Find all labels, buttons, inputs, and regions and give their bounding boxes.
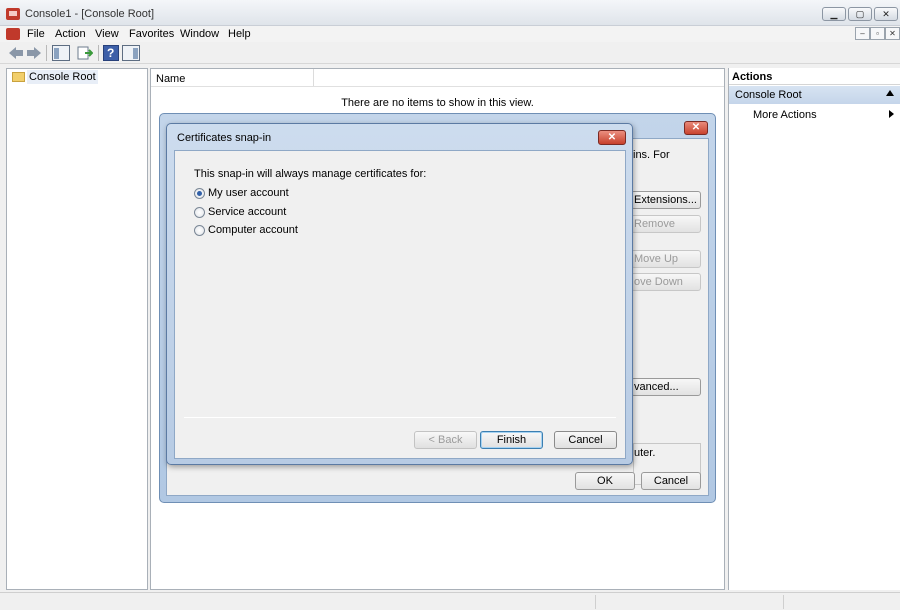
child-minimize-button[interactable]: – (855, 27, 870, 40)
actions-header: Actions (729, 68, 900, 85)
radio-label[interactable]: My user account (208, 187, 289, 199)
dialog-separator (184, 417, 616, 418)
maximize-button[interactable]: ▢ (848, 7, 872, 21)
console-tree-pane: Console Root (6, 68, 148, 590)
dialog-body: This snap-in will always manage certific… (174, 150, 626, 459)
toolbar-separator (46, 45, 47, 61)
menu-favorites[interactable]: Favorites (129, 28, 174, 40)
window-title: Console1 - [Console Root] (25, 8, 155, 20)
actions-pane: Actions Console Root More Actions (728, 68, 900, 590)
finish-button[interactable]: Finish (480, 431, 543, 449)
radio-button-checked[interactable] (194, 188, 205, 199)
prompt-text: This snap-in will always manage certific… (194, 168, 427, 180)
menu-bar: File Action View Favorites Window Help (0, 26, 900, 42)
menu-help[interactable]: Help (228, 28, 251, 40)
description-text: uter. (634, 447, 656, 459)
status-bar (0, 592, 900, 610)
menu-file[interactable]: File (27, 28, 45, 40)
dialog-close-button[interactable]: ✕ (598, 130, 626, 145)
arrow-left-icon[interactable] (8, 46, 24, 60)
submenu-arrow-icon (889, 110, 894, 118)
child-restore-button[interactable]: ▫ (870, 27, 885, 40)
remove-button[interactable]: Remove (631, 215, 701, 233)
dialog-close-button[interactable]: ✕ (684, 121, 708, 135)
radio-button[interactable] (194, 207, 205, 218)
title-bar: Console1 - [Console Root] ▁ ▢ ✕ (0, 0, 900, 26)
child-close-button[interactable]: ✕ (885, 27, 900, 40)
back-button[interactable]: < Back (414, 431, 477, 449)
column-name-header[interactable]: Name (156, 73, 185, 85)
console-tree-icon[interactable] (52, 45, 70, 61)
column-divider[interactable] (313, 69, 314, 86)
radio-label[interactable]: Computer account (208, 224, 298, 236)
menu-action[interactable]: Action (55, 28, 86, 40)
advanced-button[interactable]: vanced... (631, 378, 701, 396)
collapse-arrow-icon[interactable] (886, 90, 894, 96)
mmc-app-icon[interactable] (6, 8, 20, 20)
help-icon-glyph: ? (107, 46, 115, 60)
child-window-icon[interactable] (6, 28, 20, 40)
folder-icon (12, 72, 25, 82)
cancel-button[interactable]: Cancel (554, 431, 617, 449)
toolbar: ? (0, 42, 900, 64)
dialog-title: Certificates snap-in (177, 132, 272, 144)
ok-button[interactable]: OK (575, 472, 635, 490)
minimize-button[interactable]: ▁ (822, 7, 846, 21)
close-window-button[interactable]: ✕ (874, 7, 898, 21)
description-text: ins. For (633, 149, 670, 161)
status-cell (595, 595, 596, 609)
tree-node-console-root[interactable]: Console Root (27, 70, 98, 84)
empty-list-message: There are no items to show in this view. (341, 97, 534, 109)
actions-section-label: Console Root (735, 89, 802, 101)
actions-title: Actions (732, 71, 773, 83)
export-list-icon[interactable] (77, 45, 93, 61)
more-actions-item[interactable]: More Actions (753, 109, 817, 121)
menu-view[interactable]: View (95, 28, 119, 40)
edit-extensions-button[interactable]: Extensions... (631, 191, 701, 209)
arrow-right-icon[interactable] (26, 46, 42, 60)
radio-button[interactable] (194, 225, 205, 236)
toolbar-separator (98, 45, 99, 61)
move-up-button[interactable]: Move Up (631, 250, 701, 268)
radio-label[interactable]: Service account (208, 206, 286, 218)
cancel-button[interactable]: Cancel (641, 472, 701, 490)
menu-window[interactable]: Window (180, 28, 219, 40)
action-pane-icon[interactable] (122, 45, 140, 61)
status-cell (783, 595, 784, 609)
list-column-header: Name (151, 69, 724, 87)
certificates-snapin-dialog: Certificates snap-in ✕ This snap-in will… (166, 123, 633, 465)
actions-section-console-root[interactable]: Console Root (729, 86, 900, 104)
move-down-button[interactable]: ove Down (631, 273, 701, 291)
